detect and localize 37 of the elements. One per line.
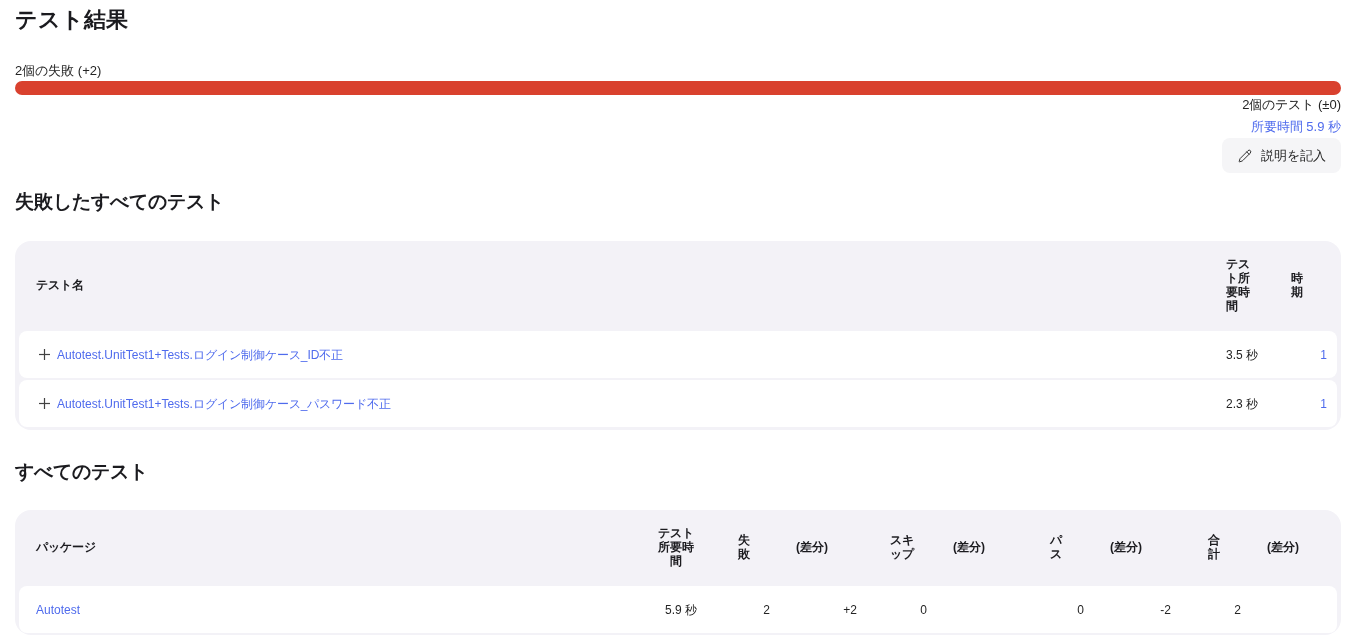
column-header: (差分) [1110,540,1142,554]
table-cell: 0 [920,601,927,618]
column-header: (差分) [1267,540,1299,554]
plus-icon[interactable] [39,349,50,360]
table-cell: 2 [763,601,770,618]
failures-label: 2個の失敗 (+2) [15,63,102,79]
column-header: 失敗 [738,533,751,561]
package-link[interactable]: Autotest [36,601,81,618]
page-title: テスト結果 [15,6,128,34]
column-header: テスト所要時間 [1226,257,1251,313]
duration-link[interactable]: 所要時間 5.9 秒 [1250,119,1341,135]
column-header: パッケージ [36,540,96,554]
column-header: (差分) [796,540,828,554]
table-cell: -2 [1160,601,1171,618]
column-header: パス [1050,533,1064,561]
table-cell: 0 [1077,601,1084,618]
table-cell: +2 [843,601,857,618]
plus-icon[interactable] [39,398,50,409]
section-heading: すべてのテスト [15,460,148,484]
column-header: テスト所要時間 [657,526,695,568]
table-cell: 5.9 秒 [665,601,697,618]
duration-cell: 2.3 秒 [1226,395,1258,412]
column-header: 合計 [1208,533,1221,561]
test-name-link[interactable]: Autotest.UnitTest1+Tests.ログイン制御ケース_ID不正 [57,346,344,363]
pencil-icon [1238,148,1252,163]
period-link[interactable]: 1 [1320,346,1327,363]
test-name-link[interactable]: Autotest.UnitTest1+Tests.ログイン制御ケース_パスワード不正 [57,395,392,412]
describe-button[interactable]: 説明を記入 [1222,138,1341,173]
section-heading: 失敗したすべてのテスト [15,190,224,214]
column-header: 時期 [1291,271,1304,299]
column-header: スキップ [890,533,916,561]
tests-count-label: 2個のテスト (±0) [1242,97,1341,113]
table-cell: 2 [1234,601,1241,618]
period-link[interactable]: 1 [1320,395,1327,412]
duration-cell: 3.5 秒 [1226,346,1258,363]
column-header: (差分) [953,540,985,554]
column-header: テスト名 [36,278,84,292]
